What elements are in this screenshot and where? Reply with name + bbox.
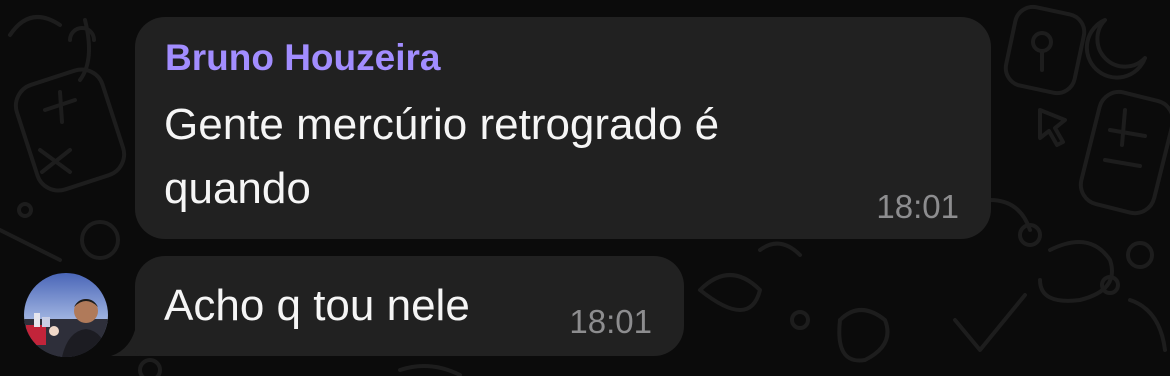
message-timestamp: 18:01 [569,303,652,340]
message-bubble[interactable]: Bruno Houzeira Gente mercúrio retrogrado… [135,17,991,239]
avatar[interactable] [24,273,108,357]
message-bubble[interactable]: Acho q tou nele 18:01 [135,256,684,356]
sender-name[interactable]: Bruno Houzeira [165,37,440,79]
message-text-line: Gente mercúrio retrogrado é [164,100,720,149]
message-timestamp: 18:01 [876,188,959,225]
message-text-line: quando [164,164,311,213]
message-text: Acho q tou nele [164,281,470,330]
chat-view: Bruno Houzeira Gente mercúrio retrogrado… [0,0,1170,376]
avatar-photo [24,273,108,357]
